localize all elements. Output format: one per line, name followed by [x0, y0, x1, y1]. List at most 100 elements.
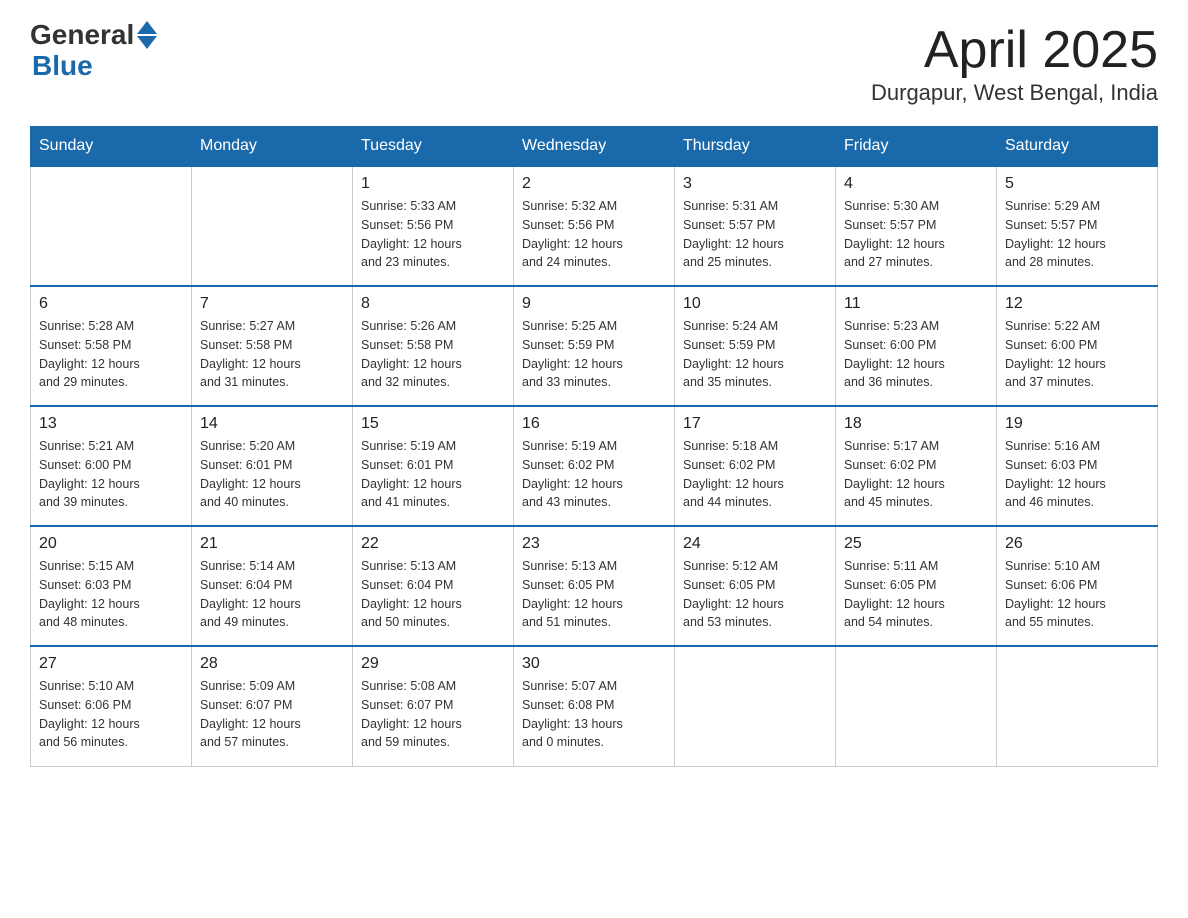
- day-info: Sunrise: 5:30 AM Sunset: 5:57 PM Dayligh…: [844, 197, 988, 272]
- day-number: 9: [522, 295, 666, 313]
- day-info: Sunrise: 5:22 AM Sunset: 6:00 PM Dayligh…: [1005, 317, 1149, 392]
- calendar-cell: 20 Sunrise: 5:15 AM Sunset: 6:03 PM Dayli…: [31, 526, 192, 646]
- logo-blue-text: Blue: [32, 51, 157, 82]
- page-header: General Blue April 2025 Durgapur, West B…: [30, 20, 1158, 106]
- day-number: 30: [522, 655, 666, 673]
- calendar-cell: 16Sunrise: 5:19 AM Sunset: 6:02 PM Dayli…: [514, 406, 675, 526]
- calendar-cell: 30 Sunrise: 5:07 AM Sunset: 6:08 PM Dayli…: [514, 646, 675, 766]
- calendar-cell: 24 Sunrise: 5:12 AM Sunset: 6:05 PM Dayli…: [675, 526, 836, 646]
- weekday-header-sunday: Sunday: [31, 127, 192, 167]
- calendar-cell: 28 Sunrise: 5:09 AM Sunset: 6:07 PM Dayli…: [192, 646, 353, 766]
- calendar-cell: 7 Sunrise: 5:27 AM Sunset: 5:58 PM Daylig…: [192, 286, 353, 406]
- calendar-table: SundayMondayTuesdayWednesdayThursdayFrid…: [30, 126, 1158, 767]
- weekday-header-friday: Friday: [836, 127, 997, 167]
- calendar-cell: 6Sunrise: 5:28 AM Sunset: 5:58 PM Daylig…: [31, 286, 192, 406]
- day-number: 29: [361, 655, 505, 673]
- day-info: Sunrise: 5:14 AM Sunset: 6:04 PM Dayligh…: [200, 557, 344, 632]
- logo: General Blue: [30, 20, 157, 82]
- day-info: Sunrise: 5:25 AM Sunset: 5:59 PM Dayligh…: [522, 317, 666, 392]
- weekday-header-wednesday: Wednesday: [514, 127, 675, 167]
- day-info: Sunrise: 5:19 AM Sunset: 6:02 PM Dayligh…: [522, 437, 666, 512]
- day-number: 17: [683, 415, 827, 433]
- day-info: Sunrise: 5:09 AM Sunset: 6:07 PM Dayligh…: [200, 677, 344, 752]
- day-number: 23: [522, 535, 666, 553]
- day-number: 11: [844, 295, 988, 313]
- calendar-cell: 1Sunrise: 5:33 AM Sunset: 5:56 PM Daylig…: [353, 166, 514, 286]
- calendar-cell: 18 Sunrise: 5:17 AM Sunset: 6:02 PM Dayli…: [836, 406, 997, 526]
- day-info: Sunrise: 5:12 AM Sunset: 6:05 PM Dayligh…: [683, 557, 827, 632]
- calendar-cell: 11Sunrise: 5:23 AM Sunset: 6:00 PM Dayli…: [836, 286, 997, 406]
- day-info: Sunrise: 5:29 AM Sunset: 5:57 PM Dayligh…: [1005, 197, 1149, 272]
- calendar-cell: 14 Sunrise: 5:20 AM Sunset: 6:01 PM Dayli…: [192, 406, 353, 526]
- calendar-cell: [31, 166, 192, 286]
- day-info: Sunrise: 5:26 AM Sunset: 5:58 PM Dayligh…: [361, 317, 505, 392]
- title-block: April 2025 Durgapur, West Bengal, India: [871, 20, 1158, 106]
- calendar-cell: 10Sunrise: 5:24 AM Sunset: 5:59 PM Dayli…: [675, 286, 836, 406]
- calendar-cell: 13Sunrise: 5:21 AM Sunset: 6:00 PM Dayli…: [31, 406, 192, 526]
- day-info: Sunrise: 5:13 AM Sunset: 6:04 PM Dayligh…: [361, 557, 505, 632]
- day-info: Sunrise: 5:21 AM Sunset: 6:00 PM Dayligh…: [39, 437, 183, 512]
- calendar-cell: [836, 646, 997, 766]
- day-number: 5: [1005, 175, 1149, 193]
- day-number: 25: [844, 535, 988, 553]
- day-number: 4: [844, 175, 988, 193]
- weekday-header-thursday: Thursday: [675, 127, 836, 167]
- day-number: 14: [200, 415, 344, 433]
- day-info: Sunrise: 5:10 AM Sunset: 6:06 PM Dayligh…: [39, 677, 183, 752]
- day-info: Sunrise: 5:17 AM Sunset: 6:02 PM Dayligh…: [844, 437, 988, 512]
- day-number: 19: [1005, 415, 1149, 433]
- week-row-4: 20 Sunrise: 5:15 AM Sunset: 6:03 PM Dayli…: [31, 526, 1158, 646]
- page-title: April 2025: [871, 20, 1158, 80]
- day-info: Sunrise: 5:15 AM Sunset: 6:03 PM Dayligh…: [39, 557, 183, 632]
- day-number: 15: [361, 415, 505, 433]
- calendar-cell: 19 Sunrise: 5:16 AM Sunset: 6:03 PM Dayli…: [997, 406, 1158, 526]
- logo-general-text: General: [30, 20, 134, 51]
- day-info: Sunrise: 5:07 AM Sunset: 6:08 PM Dayligh…: [522, 677, 666, 752]
- day-number: 2: [522, 175, 666, 193]
- week-row-1: 1Sunrise: 5:33 AM Sunset: 5:56 PM Daylig…: [31, 166, 1158, 286]
- week-row-5: 27 Sunrise: 5:10 AM Sunset: 6:06 PM Dayli…: [31, 646, 1158, 766]
- day-info: Sunrise: 5:20 AM Sunset: 6:01 PM Dayligh…: [200, 437, 344, 512]
- calendar-cell: 23Sunrise: 5:13 AM Sunset: 6:05 PM Dayli…: [514, 526, 675, 646]
- calendar-cell: 9 Sunrise: 5:25 AM Sunset: 5:59 PM Daylig…: [514, 286, 675, 406]
- calendar-cell: 26 Sunrise: 5:10 AM Sunset: 6:06 PM Dayli…: [997, 526, 1158, 646]
- weekday-header-monday: Monday: [192, 127, 353, 167]
- day-info: Sunrise: 5:16 AM Sunset: 6:03 PM Dayligh…: [1005, 437, 1149, 512]
- calendar-cell: 22 Sunrise: 5:13 AM Sunset: 6:04 PM Dayli…: [353, 526, 514, 646]
- day-number: 20: [39, 535, 183, 553]
- day-number: 28: [200, 655, 344, 673]
- calendar-cell: 15Sunrise: 5:19 AM Sunset: 6:01 PM Dayli…: [353, 406, 514, 526]
- calendar-cell: 29 Sunrise: 5:08 AM Sunset: 6:07 PM Dayli…: [353, 646, 514, 766]
- day-info: Sunrise: 5:08 AM Sunset: 6:07 PM Dayligh…: [361, 677, 505, 752]
- weekday-header-saturday: Saturday: [997, 127, 1158, 167]
- day-number: 3: [683, 175, 827, 193]
- calendar-cell: 8Sunrise: 5:26 AM Sunset: 5:58 PM Daylig…: [353, 286, 514, 406]
- calendar-cell: 12Sunrise: 5:22 AM Sunset: 6:00 PM Dayli…: [997, 286, 1158, 406]
- day-number: 27: [39, 655, 183, 673]
- day-number: 24: [683, 535, 827, 553]
- calendar-cell: [192, 166, 353, 286]
- calendar-cell: 27 Sunrise: 5:10 AM Sunset: 6:06 PM Dayli…: [31, 646, 192, 766]
- calendar-cell: 4 Sunrise: 5:30 AM Sunset: 5:57 PM Daylig…: [836, 166, 997, 286]
- day-number: 21: [200, 535, 344, 553]
- day-info: Sunrise: 5:27 AM Sunset: 5:58 PM Dayligh…: [200, 317, 344, 392]
- day-info: Sunrise: 5:32 AM Sunset: 5:56 PM Dayligh…: [522, 197, 666, 272]
- day-number: 7: [200, 295, 344, 313]
- calendar-cell: 5 Sunrise: 5:29 AM Sunset: 5:57 PM Daylig…: [997, 166, 1158, 286]
- day-info: Sunrise: 5:18 AM Sunset: 6:02 PM Dayligh…: [683, 437, 827, 512]
- calendar-cell: [997, 646, 1158, 766]
- calendar-cell: 2 Sunrise: 5:32 AM Sunset: 5:56 PM Daylig…: [514, 166, 675, 286]
- day-number: 10: [683, 295, 827, 313]
- week-row-2: 6Sunrise: 5:28 AM Sunset: 5:58 PM Daylig…: [31, 286, 1158, 406]
- day-info: Sunrise: 5:11 AM Sunset: 6:05 PM Dayligh…: [844, 557, 988, 632]
- day-info: Sunrise: 5:31 AM Sunset: 5:57 PM Dayligh…: [683, 197, 827, 272]
- day-info: Sunrise: 5:28 AM Sunset: 5:58 PM Dayligh…: [39, 317, 183, 392]
- day-number: 18: [844, 415, 988, 433]
- calendar-cell: [675, 646, 836, 766]
- page-subtitle: Durgapur, West Bengal, India: [871, 80, 1158, 106]
- week-row-3: 13Sunrise: 5:21 AM Sunset: 6:00 PM Dayli…: [31, 406, 1158, 526]
- day-number: 26: [1005, 535, 1149, 553]
- day-number: 22: [361, 535, 505, 553]
- day-info: Sunrise: 5:10 AM Sunset: 6:06 PM Dayligh…: [1005, 557, 1149, 632]
- header-row: SundayMondayTuesdayWednesdayThursdayFrid…: [31, 127, 1158, 167]
